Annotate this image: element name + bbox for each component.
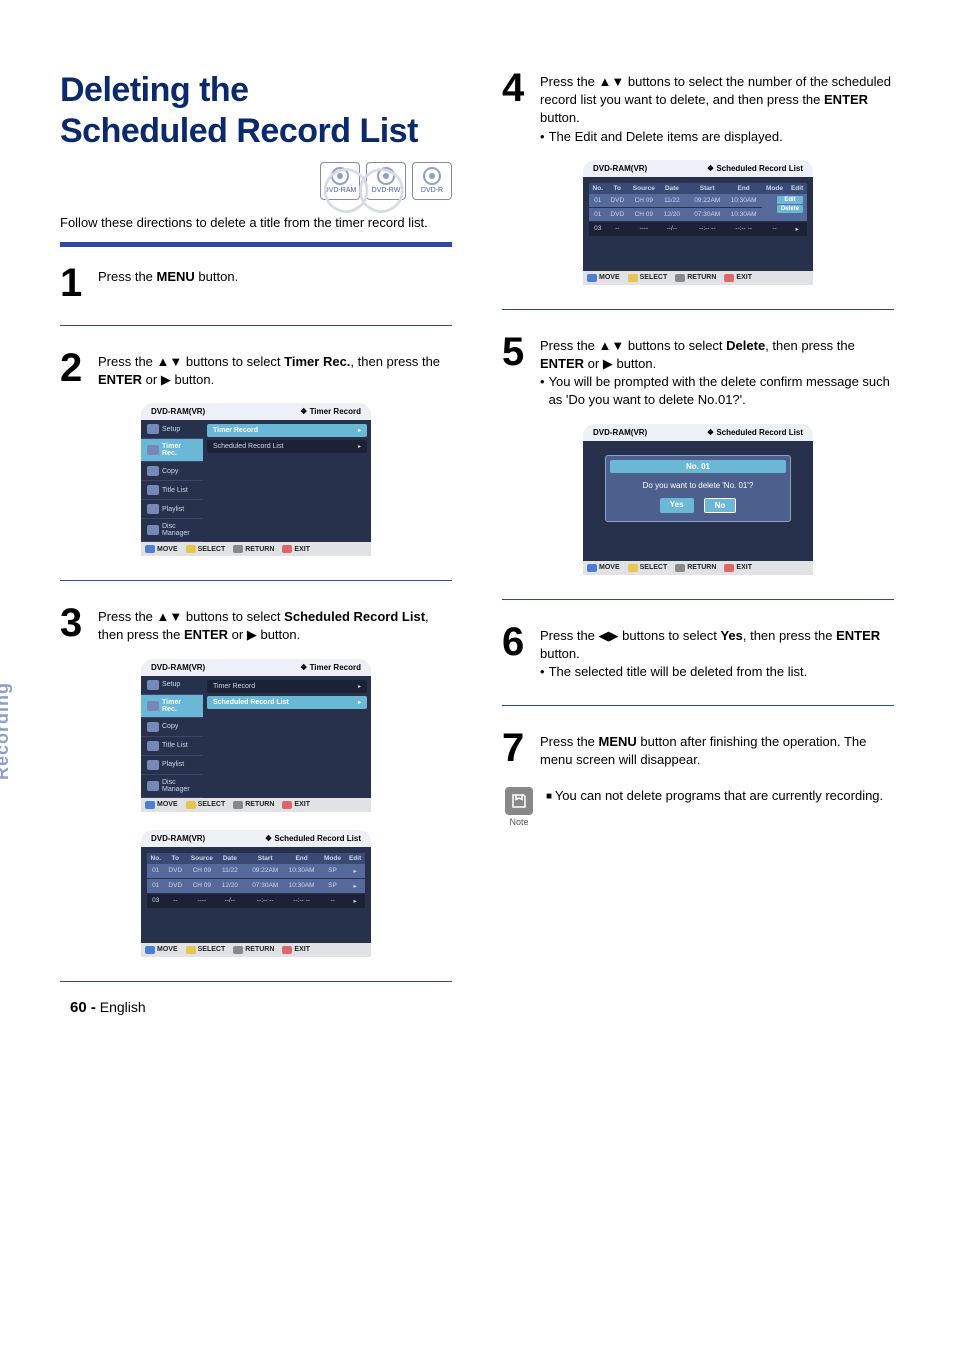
decorative-circles-icon: ◯◯ bbox=[322, 162, 392, 213]
page-title-block: Deleting the Scheduled Record List ◯◯ bbox=[60, 70, 452, 152]
table-row: 01DVDCH 0911/2209:22AM10:30AMSP▸ bbox=[147, 864, 365, 879]
copy-icon bbox=[147, 466, 159, 476]
arrow-icon: ▸ bbox=[358, 683, 361, 690]
edit-delete-popup: Edit Delete bbox=[777, 196, 803, 213]
arrow-icon: ▸ bbox=[358, 699, 361, 706]
table-row: 01DVDCH 0912/2007:30AM10:30AMSP▸ bbox=[147, 878, 365, 893]
page-title-line2: Scheduled Record List bbox=[60, 111, 452, 152]
arrow-icon: ▸ bbox=[358, 427, 361, 434]
page-footer: 60 - English bbox=[70, 999, 146, 1016]
thin-rule bbox=[60, 981, 452, 982]
list-icon bbox=[147, 741, 159, 751]
note-label: Note bbox=[509, 817, 528, 827]
no-button: No bbox=[704, 498, 737, 513]
confirm-dialog: No. 01 Do you want to delete 'No. 01'? Y… bbox=[605, 455, 791, 522]
dialog-title: No. 01 bbox=[610, 460, 786, 473]
thin-rule bbox=[502, 705, 894, 706]
step-6: 6 Press the ◀▶ buttons to select Yes, th… bbox=[502, 624, 894, 682]
thin-rule bbox=[502, 309, 894, 310]
intro-text: Follow these directions to delete a titl… bbox=[60, 214, 452, 232]
osd-menu-sched-highlighted: DVD-RAM(VR)Timer Record Setup Timer Rec.… bbox=[141, 659, 371, 812]
table-row: 03--------/----:-- ----:-- ----▸ bbox=[589, 221, 807, 236]
step-number: 4 bbox=[502, 70, 530, 146]
clock-icon bbox=[147, 445, 159, 455]
osd-confirm-dialog: DVD-RAM(VR)Scheduled Record List No. 01 … bbox=[583, 424, 813, 575]
note-icon bbox=[505, 787, 533, 815]
delete-option: Delete bbox=[777, 205, 803, 213]
thin-rule bbox=[60, 580, 452, 581]
left-column: Deleting the Scheduled Record List ◯◯ DV… bbox=[60, 70, 452, 1006]
thin-rule bbox=[60, 325, 452, 326]
step-number: 7 bbox=[502, 730, 530, 769]
step-number: 5 bbox=[502, 334, 530, 410]
schedule-table: No.ToSourceDateStartEndModeEdit 01DVDCH … bbox=[147, 853, 365, 939]
list-icon bbox=[147, 485, 159, 495]
playlist-icon bbox=[147, 760, 159, 770]
osd-schedule-edit-popup: DVD-RAM(VR)Scheduled Record List No.ToSo… bbox=[583, 160, 813, 285]
gear-icon bbox=[147, 424, 159, 434]
note-box: Note You can not delete programs that ar… bbox=[502, 787, 894, 827]
page-title-line1: Deleting the bbox=[60, 70, 452, 111]
up-down-icon: ▲▼ bbox=[599, 74, 625, 89]
disc-badge-r: DVD-R bbox=[412, 162, 452, 200]
up-down-icon: ▲▼ bbox=[157, 354, 183, 369]
step-5: 5 Press the ▲▼ buttons to select Delete,… bbox=[502, 334, 894, 410]
gear-icon bbox=[147, 680, 159, 690]
note-text: You can not delete programs that are cur… bbox=[546, 787, 883, 827]
up-down-icon: ▲▼ bbox=[157, 609, 183, 624]
step-4: 4 Press the ▲▼ buttons to select the num… bbox=[502, 70, 894, 146]
disc-icon bbox=[147, 781, 159, 791]
step-number: 6 bbox=[502, 624, 530, 682]
osd-schedule-table: DVD-RAM(VR)Scheduled Record List No.ToSo… bbox=[141, 830, 371, 957]
dialog-message: Do you want to delete 'No. 01'? bbox=[614, 481, 782, 490]
disc-icon bbox=[147, 525, 159, 535]
step-number: 1 bbox=[60, 265, 88, 301]
step-7: 7 Press the MENU button after finishing … bbox=[502, 730, 894, 769]
table-row: 03--------/----:-- ----:-- ----▸ bbox=[147, 893, 365, 908]
right-icon: ▶ bbox=[161, 372, 171, 387]
playlist-icon bbox=[147, 504, 159, 514]
table-row: 01DVDCH 0911/2209:22AM10:30AM Edit Delet… bbox=[589, 194, 807, 208]
thick-rule bbox=[60, 242, 452, 247]
right-icon: ▶ bbox=[603, 356, 613, 371]
left-right-icon: ◀▶ bbox=[599, 628, 619, 643]
up-down-icon: ▲▼ bbox=[599, 338, 625, 353]
copy-icon bbox=[147, 722, 159, 732]
edit-option: Edit bbox=[777, 196, 803, 204]
step-1: 1 Press the MENU button. bbox=[60, 265, 452, 301]
step-2: 2 Press the ▲▼ buttons to select Timer R… bbox=[60, 350, 452, 389]
step-number: 3 bbox=[60, 605, 88, 644]
right-column: 4 Press the ▲▼ buttons to select the num… bbox=[502, 70, 894, 1006]
disc-badges: DVD-RAM DVD-RW DVD-R bbox=[60, 162, 452, 200]
right-icon: ▶ bbox=[247, 627, 257, 642]
arrow-icon: ▸ bbox=[358, 443, 361, 450]
section-tab: Recording bbox=[0, 682, 13, 780]
yes-button: Yes bbox=[660, 498, 694, 513]
osd-menu-timer: DVD-RAM(VR)Timer Record Setup Timer Rec.… bbox=[141, 403, 371, 556]
step-3: 3 Press the ▲▼ buttons to select Schedul… bbox=[60, 605, 452, 644]
step-number: 2 bbox=[60, 350, 88, 389]
clock-icon bbox=[147, 701, 159, 711]
thin-rule bbox=[502, 599, 894, 600]
